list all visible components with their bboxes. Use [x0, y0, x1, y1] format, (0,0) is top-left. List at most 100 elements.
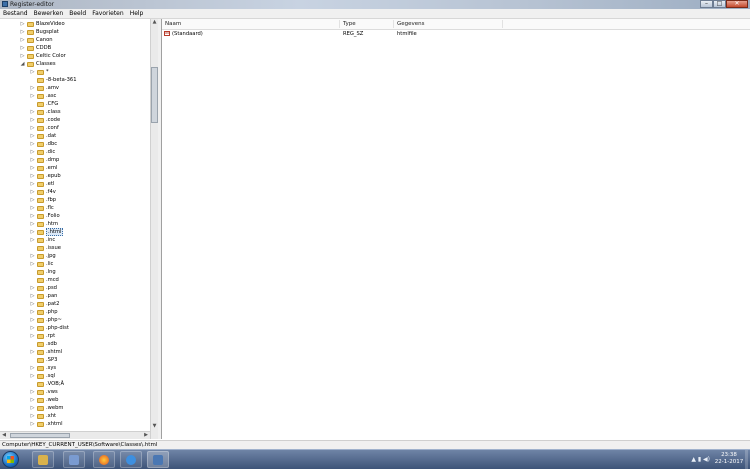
expand-arrow-icon[interactable]: ▷ — [30, 308, 35, 316]
expand-arrow-icon[interactable]: ▷ — [30, 372, 35, 380]
tree-item[interactable]: .CFG — [0, 100, 150, 108]
tree-item[interactable]: ▷ CDDB — [0, 44, 150, 52]
expand-arrow-icon[interactable]: ▷ — [30, 68, 35, 76]
expand-arrow-icon[interactable]: ▷ — [30, 164, 35, 172]
tree-item[interactable]: .issue — [0, 244, 150, 252]
expand-arrow-icon[interactable]: ▷ — [30, 140, 35, 148]
expand-arrow-icon[interactable]: ▷ — [30, 420, 35, 428]
expand-arrow-icon[interactable]: ▷ — [30, 332, 35, 340]
expand-arrow-icon[interactable]: ▷ — [20, 52, 25, 60]
tree-item[interactable]: ▷ .dat — [0, 132, 150, 140]
maximize-button[interactable]: □ — [713, 0, 726, 8]
tree-item[interactable]: .mcd — [0, 276, 150, 284]
menu-favorites[interactable]: Favorieten — [89, 9, 126, 18]
scroll-left-icon[interactable]: ◀ — [0, 432, 8, 440]
expand-arrow-icon[interactable]: ▷ — [30, 364, 35, 372]
expand-arrow-icon[interactable]: ▷ — [30, 300, 35, 308]
show-desktop-button[interactable] — [745, 450, 748, 469]
tree-item[interactable]: .VOB;Â — [0, 380, 150, 388]
expand-arrow-icon[interactable]: ▷ — [30, 92, 35, 100]
expand-arrow-icon[interactable]: ▷ — [30, 396, 35, 404]
expand-arrow-icon[interactable]: ▷ — [30, 316, 35, 324]
expand-arrow-icon[interactable]: ▷ — [30, 252, 35, 260]
tree-item[interactable]: .lng — [0, 268, 150, 276]
tree-item[interactable]: ▷ .dbc — [0, 140, 150, 148]
tree-item[interactable]: ▷ .epub — [0, 172, 150, 180]
taskbar-registry-editor[interactable] — [147, 451, 169, 468]
expand-arrow-icon[interactable]: ▷ — [30, 220, 35, 228]
menu-help[interactable]: Help — [127, 9, 147, 18]
tree-item[interactable]: ▷ .php-dist — [0, 324, 150, 332]
scroll-up-icon[interactable]: ▲ — [151, 19, 158, 27]
expand-arrow-icon[interactable]: ▷ — [30, 116, 35, 124]
expand-arrow-icon[interactable]: ▷ — [30, 292, 35, 300]
tree-item[interactable]: ▷ .code — [0, 116, 150, 124]
tree-item[interactable]: ▷ .flc — [0, 204, 150, 212]
tree-item[interactable]: ▷ .html — [0, 228, 150, 236]
expand-arrow-icon[interactable]: ▷ — [30, 84, 35, 92]
expand-arrow-icon[interactable]: ▷ — [30, 108, 35, 116]
scroll-down-icon[interactable]: ▼ — [151, 423, 158, 431]
taskbar-explorer[interactable] — [32, 451, 54, 468]
tree-item[interactable]: .SP3 — [0, 356, 150, 364]
expand-arrow-icon[interactable]: ▷ — [30, 260, 35, 268]
tree-item[interactable]: ◢ Classes — [0, 60, 150, 68]
tree-horizontal-scrollbar[interactable]: ◀ ▶ — [0, 431, 150, 439]
tree-item[interactable]: ▷ .xht — [0, 412, 150, 420]
expand-arrow-icon[interactable]: ▷ — [30, 404, 35, 412]
tree-vertical-scrollbar[interactable]: ▲ ▼ — [150, 19, 158, 439]
expand-arrow-icon[interactable]: ▷ — [30, 172, 35, 180]
tree-item[interactable]: ▷ .eml — [0, 164, 150, 172]
tree-item[interactable]: ▷ .asc — [0, 92, 150, 100]
column-divider[interactable] — [393, 20, 394, 28]
expand-arrow-icon[interactable]: ▷ — [30, 180, 35, 188]
tree-hscroll-thumb[interactable] — [10, 433, 70, 438]
minimize-button[interactable]: – — [700, 0, 713, 8]
tree-item[interactable]: ▷ .etl — [0, 180, 150, 188]
column-header-data[interactable]: Gegevens — [397, 19, 425, 29]
taskbar-internet-explorer[interactable] — [120, 451, 142, 468]
tree-item[interactable]: ▷ .rpt — [0, 332, 150, 340]
expand-arrow-icon[interactable]: ▷ — [30, 148, 35, 156]
tree-item[interactable]: ▷ .xhtml — [0, 420, 150, 428]
scroll-right-icon[interactable]: ▶ — [142, 432, 150, 440]
column-header-type[interactable]: Type — [343, 19, 356, 29]
expand-arrow-icon[interactable]: ▷ — [30, 188, 35, 196]
tree-item[interactable]: ▷ .vws — [0, 388, 150, 396]
expand-arrow-icon[interactable]: ▷ — [30, 204, 35, 212]
expand-arrow-icon[interactable]: ▷ — [30, 388, 35, 396]
tree-item[interactable]: ▷ .Folio — [0, 212, 150, 220]
expand-arrow-icon[interactable]: ▷ — [30, 156, 35, 164]
tree-item[interactable]: ▷ .lic — [0, 260, 150, 268]
expand-arrow-icon[interactable]: ▷ — [30, 412, 35, 420]
menu-view[interactable]: Beeld — [66, 9, 89, 18]
tree-item[interactable]: ▷ * — [0, 68, 150, 76]
tree-item[interactable]: ▷ .php~ — [0, 316, 150, 324]
column-divider[interactable] — [339, 20, 340, 28]
tree-item[interactable]: ▷ .sql — [0, 372, 150, 380]
tree-item[interactable]: ▷ .web — [0, 396, 150, 404]
expand-arrow-icon[interactable]: ▷ — [30, 228, 35, 236]
taskbar-firefox[interactable] — [93, 451, 115, 468]
value-row[interactable]: ab (Standaard) REG_SZ htmlfile — [162, 30, 750, 38]
start-button[interactable] — [2, 451, 19, 468]
expand-arrow-icon[interactable]: ▷ — [30, 284, 35, 292]
expand-arrow-icon[interactable]: ▷ — [20, 28, 25, 36]
expand-arrow-icon[interactable]: ◢ — [20, 60, 25, 68]
tree-item[interactable]: ▷ .php — [0, 308, 150, 316]
clock[interactable]: 23:38 22-1-2017 — [714, 452, 744, 466]
tree-item[interactable]: ▷ .f4v — [0, 188, 150, 196]
taskbar-media[interactable] — [63, 451, 85, 468]
tree-item[interactable]: ▷ .pan — [0, 292, 150, 300]
column-divider[interactable] — [502, 20, 503, 28]
tree-item[interactable]: ▷ .sys — [0, 364, 150, 372]
expand-arrow-icon[interactable]: ▷ — [20, 44, 25, 52]
tree-item[interactable]: ▷ Bugsplat — [0, 28, 150, 36]
tray-icons[interactable]: ▲ ▮ ◀) — [691, 456, 710, 463]
tree-scroll-thumb[interactable] — [151, 67, 158, 123]
tree-item[interactable]: ▷ .psd — [0, 284, 150, 292]
tree-item[interactable]: ▷ .dic — [0, 148, 150, 156]
tree-item[interactable]: ▷ .jpg — [0, 252, 150, 260]
tree-item[interactable]: .sdb — [0, 340, 150, 348]
expand-arrow-icon[interactable]: ▷ — [30, 196, 35, 204]
